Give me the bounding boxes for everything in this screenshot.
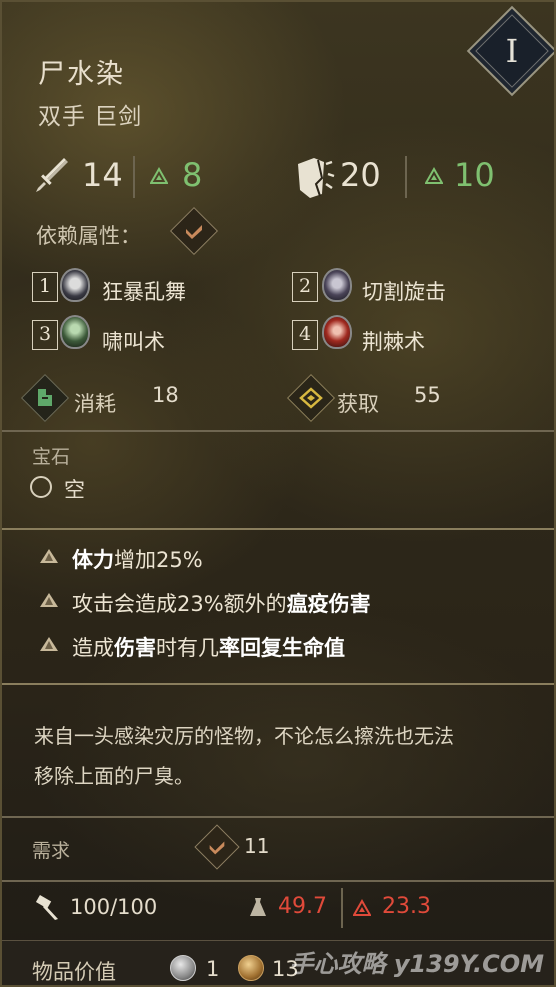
stat-divider bbox=[341, 888, 343, 928]
stagger-icon bbox=[298, 158, 335, 198]
effect-line: 造成伤害时有几率回复生命值 bbox=[72, 636, 345, 660]
stagger-upgrade-value: 10 bbox=[454, 156, 495, 194]
divider bbox=[2, 880, 554, 882]
damage-upgrade-value: 8 bbox=[182, 156, 203, 194]
gain-icon bbox=[299, 387, 323, 409]
item-name: 尸水染 bbox=[38, 59, 125, 90]
effect-line: 体力增加25% bbox=[72, 548, 203, 572]
skill-name: 狂暴乱舞 bbox=[102, 280, 186, 304]
weight-icon bbox=[250, 898, 266, 916]
tier-label: I bbox=[505, 32, 519, 70]
consume-value: 18 bbox=[152, 383, 179, 407]
durability-value: 100/100 bbox=[70, 895, 158, 919]
skill-howl-icon[interactable] bbox=[60, 315, 90, 349]
sword-icon bbox=[36, 158, 68, 192]
requirement-value: 11 bbox=[244, 834, 270, 858]
gain-value: 55 bbox=[414, 383, 441, 407]
silver-coin-icon bbox=[170, 955, 196, 981]
divider bbox=[2, 683, 554, 685]
skill-thorns-icon[interactable] bbox=[322, 315, 352, 349]
effect-line: 攻击会造成23%额外的瘟疫伤害 bbox=[72, 592, 371, 616]
strength-icon bbox=[186, 225, 202, 239]
threat-value: 23.3 bbox=[382, 894, 431, 919]
skill-slot-number: 2 bbox=[292, 272, 318, 302]
dependency-label: 依赖属性： bbox=[36, 224, 141, 248]
divider bbox=[2, 430, 554, 432]
warning-triangle-icon bbox=[353, 899, 371, 916]
skill-slot-number: 3 bbox=[32, 320, 58, 350]
gem-label: 宝石 bbox=[32, 446, 71, 468]
item-type: 双手 巨剑 bbox=[38, 104, 143, 130]
consume-label: 消耗 bbox=[74, 392, 116, 416]
skill-spin-slash-icon[interactable] bbox=[322, 268, 352, 302]
stagger-value: 20 bbox=[340, 156, 381, 194]
damage-value: 14 bbox=[82, 156, 123, 194]
strength-icon bbox=[209, 841, 225, 855]
upgrade-triangle-icon bbox=[425, 167, 443, 184]
effect-bullet-icon bbox=[40, 637, 58, 651]
gain-label: 获取 bbox=[337, 392, 379, 416]
skill-name: 啸叫术 bbox=[102, 330, 165, 354]
silver-value: 1 bbox=[206, 957, 220, 981]
upgrade-triangle-icon bbox=[150, 167, 168, 184]
item-tooltip-card: 尸水染 双手 巨剑 I 14 8 20 10 依赖属性： 1 狂暴乱舞 2 切割… bbox=[0, 0, 556, 987]
divider bbox=[2, 528, 554, 530]
skill-slot-number: 4 bbox=[292, 320, 318, 350]
gold-coin-icon bbox=[238, 955, 264, 981]
site-watermark: 手心攻略 y139Y.COM bbox=[289, 950, 544, 978]
weight-value: 49.7 bbox=[278, 894, 327, 919]
stat-divider bbox=[405, 156, 407, 198]
skill-rampage-icon[interactable] bbox=[60, 268, 90, 302]
hammer-icon bbox=[35, 895, 58, 920]
skill-name: 荆棘术 bbox=[362, 330, 425, 354]
divider bbox=[2, 816, 554, 818]
item-value-label: 物品价值 bbox=[32, 960, 116, 984]
empty-gem-slot-icon[interactable] bbox=[30, 476, 52, 498]
effect-bullet-icon bbox=[40, 593, 58, 607]
consume-icon bbox=[38, 389, 52, 406]
effect-bullet-icon bbox=[40, 549, 58, 563]
skill-name: 切割旋击 bbox=[362, 280, 446, 304]
gem-slot-value: 空 bbox=[64, 478, 85, 502]
flavor-text-line: 移除上面的尸臭。 bbox=[34, 764, 194, 788]
requirement-label: 需求 bbox=[32, 840, 71, 862]
flavor-text-line: 来自一头感染灾厉的怪物，不论怎么擦洗也无法 bbox=[34, 724, 454, 748]
skill-slot-number: 1 bbox=[32, 272, 58, 302]
stat-divider bbox=[133, 156, 135, 198]
